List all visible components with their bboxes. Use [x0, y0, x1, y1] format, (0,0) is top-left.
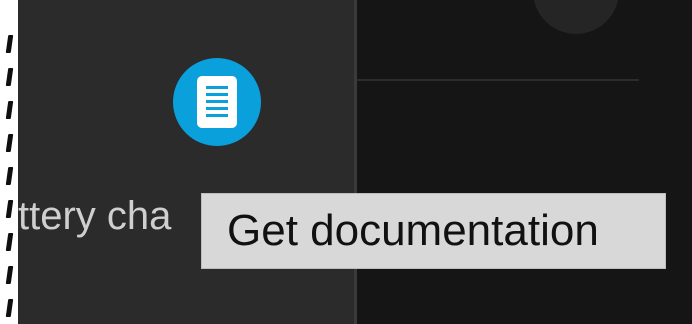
screenshot-crop: ttery cha Get documentation	[0, 0, 692, 324]
dash-segment	[5, 266, 13, 284]
dash-segment	[5, 299, 13, 317]
get-documentation-button[interactable]	[173, 58, 261, 146]
dashed-border	[0, 35, 18, 324]
circular-control[interactable]	[533, 0, 619, 34]
dash-segment	[5, 200, 13, 218]
document-line	[206, 100, 228, 103]
document-line	[206, 107, 228, 110]
documentation-tooltip: Get documentation	[201, 193, 666, 269]
dash-segment	[5, 233, 13, 251]
dash-segment	[5, 35, 13, 53]
dash-segment	[5, 167, 13, 185]
document-line	[206, 114, 228, 117]
document-line	[206, 86, 228, 89]
dash-segment	[5, 101, 13, 119]
left-panel: ttery cha	[18, 0, 356, 324]
document-line	[206, 93, 228, 96]
document-icon	[197, 76, 237, 128]
right-panel	[357, 0, 692, 324]
dash-segment	[5, 68, 13, 86]
horizontal-rule	[357, 79, 639, 81]
battery-label-partial: ttery cha	[18, 194, 172, 238]
dash-segment	[5, 134, 13, 152]
